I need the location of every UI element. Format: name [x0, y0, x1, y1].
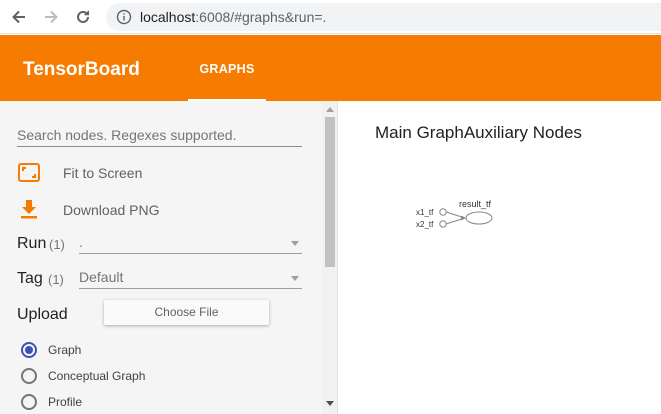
node-x1-tf-label: x1_tf — [416, 208, 434, 217]
tag-count: (1) — [48, 272, 64, 287]
url-text[interactable]: localhost:6008/#graphs&run=. — [140, 9, 326, 25]
node-x2-tf-label: x2_tf — [416, 220, 434, 229]
tab-graphs[interactable]: GRAPHS — [188, 35, 266, 101]
graph-title: Main GraphAuxiliary Nodes — [375, 123, 582, 142]
graph-diagram: x1_tf x2_tf result_tf — [416, 199, 493, 229]
url-path: :6008/#graphs&run=. — [195, 9, 327, 25]
node-x2-tf-circle[interactable] — [439, 220, 447, 228]
radio-profile-circle[interactable] — [21, 394, 37, 410]
download-icon — [21, 200, 37, 219]
forward-arrow-icon[interactable] — [42, 8, 60, 26]
node-x1-tf-circle[interactable] — [439, 208, 447, 216]
run-count: (1) — [49, 237, 65, 252]
app-header: TensorBoard GRAPHS — [0, 35, 661, 101]
node-result-tf-ellipse[interactable] — [465, 211, 493, 225]
tag-select-value: Default — [79, 269, 124, 285]
radio-conceptual-graph-circle[interactable] — [21, 368, 37, 384]
radio-graph-label: Graph — [48, 343, 82, 357]
scrollbar-thumb[interactable] — [325, 117, 335, 267]
run-label: Run — [17, 235, 47, 252]
graph-canvas[interactable]: Main GraphAuxiliary Nodes x1_tf x2_tf re… — [339, 101, 661, 414]
scroll-down-arrow-icon[interactable] — [326, 401, 334, 406]
run-field: Run (1) . — [17, 232, 302, 256]
reload-icon[interactable] — [74, 8, 92, 26]
node-result-tf-label: result_tf — [459, 199, 492, 209]
dropdown-arrow-icon — [291, 241, 299, 246]
fit-to-screen-label: Fit to Screen — [63, 165, 143, 181]
fit-screen-icon — [18, 163, 40, 182]
back-arrow-icon[interactable] — [10, 8, 28, 26]
tag-label: Tag — [17, 270, 43, 287]
run-select[interactable]: . — [79, 234, 302, 254]
app-title: TensorBoard — [23, 59, 140, 80]
search-input[interactable]: Search nodes. Regexes supported. — [17, 127, 302, 147]
download-png-label: Download PNG — [63, 202, 160, 218]
upload-label: Upload — [17, 306, 68, 323]
sidebar-scrollbar[interactable] — [322, 101, 337, 414]
radio-graph-circle[interactable] — [21, 342, 37, 358]
info-icon[interactable] — [116, 9, 132, 25]
radio-profile-label: Profile — [48, 395, 83, 409]
sidebar: Search nodes. Regexes supported. Fit to … — [0, 101, 338, 414]
edge-arrow-icon — [461, 215, 466, 221]
tag-field: Tag (1) Default — [17, 267, 302, 291]
browser-toolbar: localhost:6008/#graphs&run=. — [0, 0, 661, 34]
run-select-value: . — [79, 234, 83, 250]
node-x1-tf[interactable]: x1_tf — [416, 208, 447, 217]
scroll-up-arrow-icon[interactable] — [326, 107, 334, 112]
radio-conceptual-graph-label: Conceptual Graph — [48, 369, 146, 383]
node-result-tf[interactable]: result_tf — [459, 199, 493, 225]
tag-select[interactable]: Default — [79, 269, 302, 289]
node-x2-tf[interactable]: x2_tf — [416, 220, 447, 229]
choose-file-button[interactable]: Choose File — [104, 300, 269, 325]
tab-graphs-label: GRAPHS — [199, 62, 255, 76]
address-bar[interactable]: localhost:6008/#graphs&run=. — [106, 3, 661, 31]
dropdown-arrow-icon — [291, 276, 299, 281]
url-host: localhost — [140, 9, 196, 25]
